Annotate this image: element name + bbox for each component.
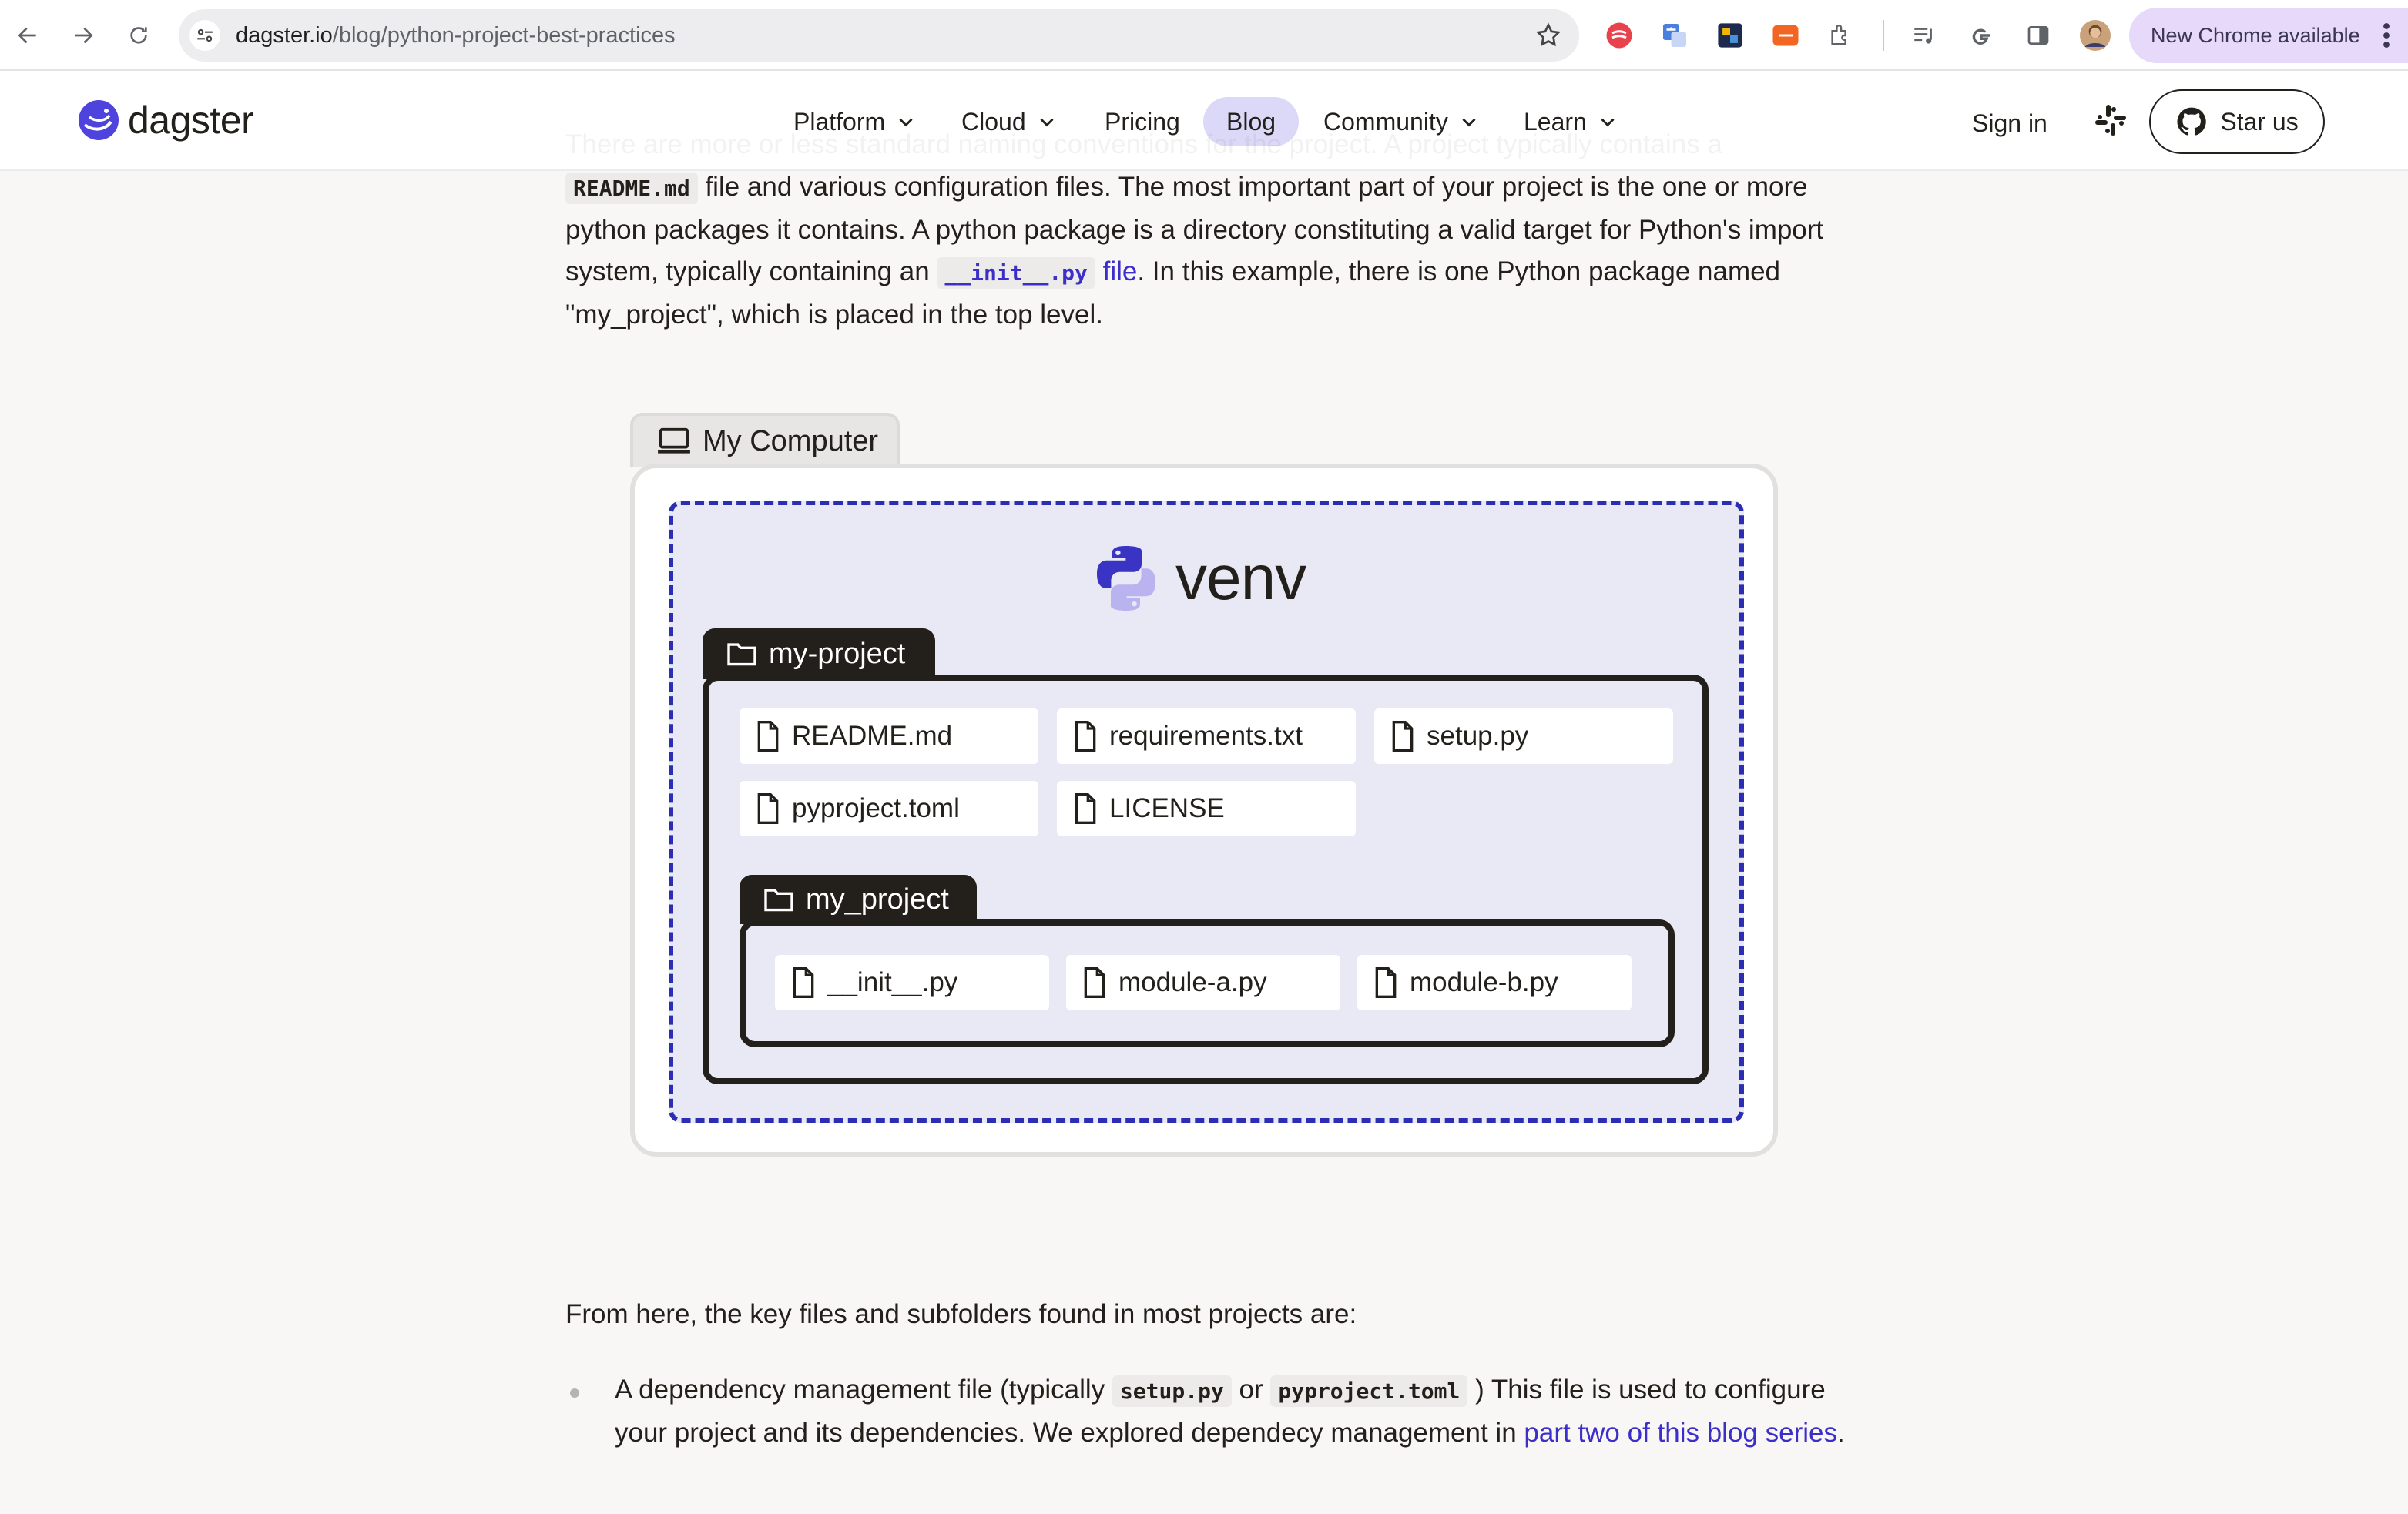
file-license-label: LICENSE — [1109, 793, 1225, 823]
file-icon — [1084, 967, 1105, 998]
url-text: dagster.io/blog/python-project-best-prac… — [236, 23, 676, 48]
folder-icon — [727, 643, 756, 666]
my-computer-tab: My Computer — [630, 413, 900, 467]
file-icon — [1075, 721, 1096, 752]
reload-icon — [130, 27, 147, 44]
bookmark-star-icon[interactable] — [1534, 22, 1562, 49]
github-icon — [2177, 107, 2207, 136]
file-init: __init__.py — [775, 955, 1049, 1010]
project-structure-diagram: My Computer venv my-project README.md re… — [630, 413, 1781, 1158]
sign-in-link[interactable]: Sign in — [1972, 109, 2047, 138]
file-requirements-label: requirements.txt — [1109, 721, 1303, 751]
file-readme-label: README.md — [792, 721, 953, 751]
file-icon — [1375, 967, 1397, 998]
logo-wordmark: dagster — [128, 99, 254, 142]
file-icon — [757, 721, 779, 752]
update-label: New Chrome available — [2151, 24, 2360, 47]
inline-code-init-link[interactable]: __init__.py — [937, 257, 1095, 289]
github-star-button[interactable]: Star us — [2149, 89, 2325, 154]
extensions-puzzle-icon[interactable] — [1826, 20, 1856, 51]
profile-avatar[interactable] — [2080, 20, 2111, 51]
file-init-label: __init__.py — [827, 967, 958, 997]
bullet-text-1: A dependency management file (typically — [615, 1375, 1112, 1405]
google-icon[interactable] — [1966, 20, 1997, 51]
address-bar[interactable]: dagster.io/blog/python-project-best-prac… — [179, 9, 1579, 62]
bullet-marker — [570, 1388, 579, 1398]
extension-red-icon[interactable] — [1604, 20, 1635, 51]
python-logo-icon — [1097, 546, 1155, 611]
key-files-paragraph: From here, the key files and subfolders … — [565, 1299, 1357, 1329]
my-project-package-folder-tab: my_project — [740, 875, 977, 924]
translate-extension-icon[interactable] — [1659, 20, 1690, 51]
file-module-b: module-b.py — [1357, 955, 1632, 1010]
my-project-package-box: __init__.py module-a.py module-b.py — [740, 919, 1675, 1047]
scrolled-text-line: There are more or less standard naming c… — [565, 129, 1722, 159]
extension-orange-icon[interactable] — [1770, 20, 1801, 51]
file-readme: README.md — [740, 708, 1038, 764]
my-project-package-label: my_project — [806, 883, 949, 916]
chrome-update-button[interactable]: New Chrome available — [2129, 8, 2408, 63]
file-module-a: module-a.py — [1066, 955, 1340, 1010]
star-us-label: Star us — [2220, 107, 2299, 136]
extension-cube-icon[interactable] — [1715, 20, 1746, 51]
file-icon — [1075, 793, 1096, 824]
my-computer-box: venv my-project README.md requirements.t… — [630, 464, 1778, 1157]
side-panel-icon[interactable] — [2023, 20, 2054, 51]
bullet-item-dependency: A dependency management file (typically … — [615, 1369, 1863, 1454]
media-queue-icon[interactable] — [1909, 20, 1940, 51]
file-module-b-label: module-b.py — [1410, 967, 1558, 997]
venv-box: venv my-project README.md requirements.t… — [669, 501, 1744, 1123]
inline-code-pyproject: pyproject.toml — [1270, 1375, 1468, 1407]
laptop-icon — [658, 427, 690, 454]
my-project-folder-box: README.md requirements.txt setup.py pypr… — [703, 675, 1709, 1084]
file-icon — [1392, 721, 1414, 752]
file-pyproject-label: pyproject.toml — [792, 793, 960, 823]
file-setup: setup.py — [1374, 708, 1673, 764]
file-requirements: requirements.txt — [1057, 708, 1356, 764]
venv-label: venv — [1175, 543, 1306, 613]
file-module-a-label: module-a.py — [1118, 967, 1267, 997]
toolbar-divider — [1883, 20, 1884, 51]
file-setup-label: setup.py — [1427, 721, 1529, 751]
bullet-text-2: or — [1231, 1375, 1271, 1405]
blog-series-link[interactable]: part two of this blog series — [1524, 1418, 1837, 1448]
slack-icon[interactable] — [2092, 102, 2129, 139]
site-settings-icon[interactable] — [189, 20, 220, 51]
inline-code-setup: setup.py — [1112, 1375, 1232, 1407]
bullet-text-4: . — [1836, 1418, 1845, 1448]
dagster-logo-icon — [79, 100, 119, 140]
folder-icon — [764, 889, 793, 912]
arrow-right-icon — [75, 27, 93, 44]
file-pyproject: pyproject.toml — [740, 781, 1038, 836]
back-button[interactable] — [9, 17, 46, 54]
my-computer-label: My Computer — [703, 424, 879, 457]
browser-toolbar: dagster.io/blog/python-project-best-prac… — [0, 0, 2408, 71]
file-license: LICENSE — [1057, 781, 1356, 836]
forward-button[interactable] — [65, 17, 102, 54]
file-icon — [757, 793, 779, 824]
dagster-logo[interactable]: dagster — [77, 95, 254, 145]
file-link[interactable]: file — [1095, 256, 1138, 286]
inline-code-readme: README.md — [565, 173, 698, 204]
intro-paragraph: README.md file and various configuration… — [565, 166, 1853, 336]
my-project-folder-tab: my-project — [703, 628, 935, 679]
arrow-left-icon — [18, 27, 36, 44]
more-vert-icon — [2383, 23, 2390, 48]
reload-button[interactable] — [120, 17, 157, 54]
file-icon — [793, 967, 814, 998]
my-project-label: my-project — [769, 637, 906, 670]
venv-heading: venv — [1089, 536, 1306, 621]
